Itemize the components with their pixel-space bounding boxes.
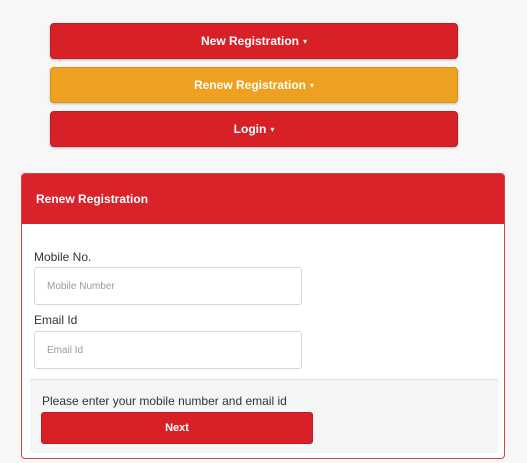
mobile-number-label: Mobile No. <box>34 250 92 264</box>
instruction-text: Please enter your mobile number and emai… <box>42 394 287 408</box>
email-id-label: Email Id <box>34 313 78 327</box>
registration-page: New Registration ▾ Renew Registration ▾ … <box>0 0 527 463</box>
chevron-down-icon: ▾ <box>270 124 275 134</box>
renew-registration-panel: Renew Registration Mobile No. Email Id P… <box>21 173 505 459</box>
email-id-input[interactable] <box>34 331 302 369</box>
login-dropdown-button[interactable]: Login ▾ <box>50 111 458 147</box>
renew-registration-dropdown-button[interactable]: Renew Registration ▾ <box>50 67 458 103</box>
panel-header: Renew Registration <box>22 174 504 224</box>
panel-title: Renew Registration <box>36 192 149 206</box>
next-button-label: Next <box>165 422 189 434</box>
new-registration-label: New Registration <box>200 34 299 48</box>
panel-footer: Please enter your mobile number and emai… <box>30 379 498 453</box>
chevron-down-icon: ▾ <box>310 80 315 90</box>
login-label: Login <box>233 122 267 136</box>
renew-registration-label: Renew Registration <box>193 78 306 92</box>
next-button[interactable]: Next <box>41 412 313 444</box>
new-registration-dropdown-button[interactable]: New Registration ▾ <box>50 23 458 59</box>
chevron-down-icon: ▾ <box>303 36 308 46</box>
mobile-number-input[interactable] <box>34 267 302 305</box>
